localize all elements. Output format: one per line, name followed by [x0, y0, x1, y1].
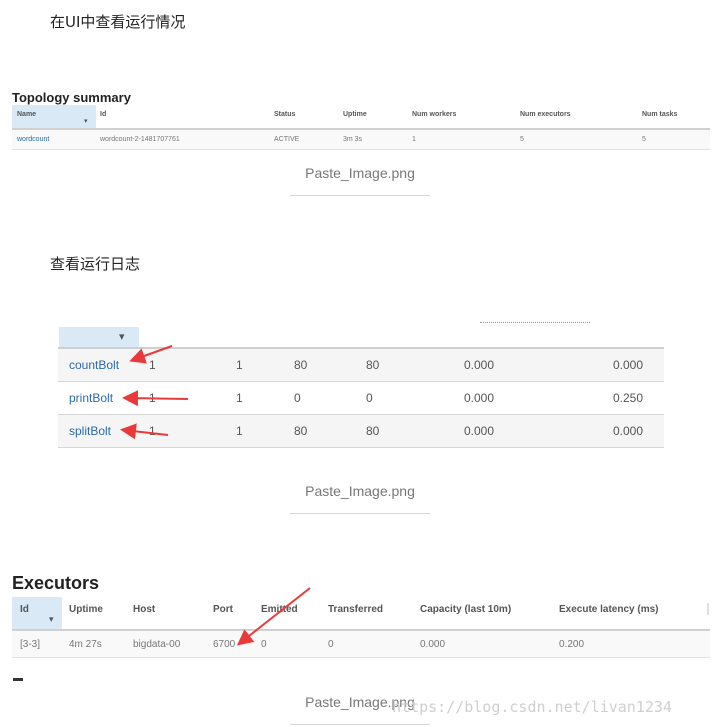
arrow-icon — [129, 345, 173, 364]
arrow-icon — [236, 587, 311, 646]
arrow-icon — [120, 423, 169, 440]
arrow-icon — [122, 390, 189, 407]
annotation-arrows — [120, 345, 311, 646]
